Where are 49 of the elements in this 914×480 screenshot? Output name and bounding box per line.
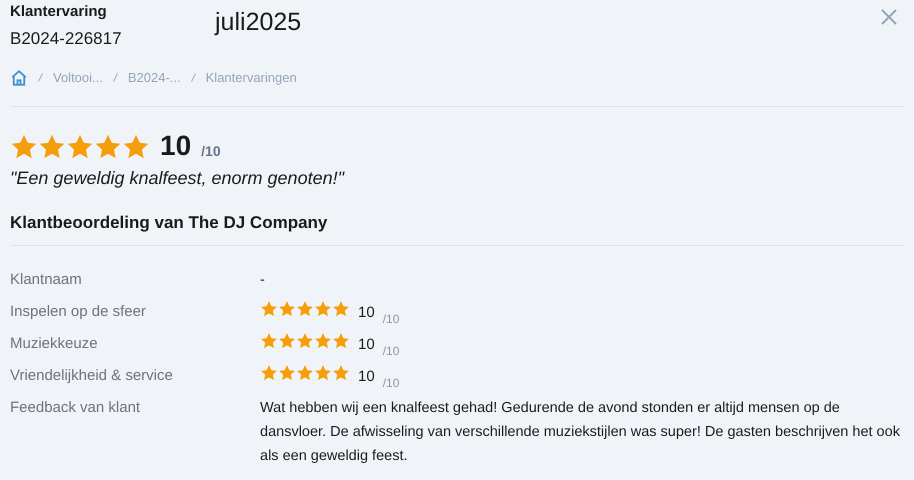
rating-score: 10 <box>358 366 375 386</box>
star-icon <box>314 332 332 350</box>
review-quote: "Een geweldig knalfeest, enorm genoten!" <box>10 166 346 190</box>
breadcrumb-link[interactable]: Klantervaringen <box>206 68 297 88</box>
star-icon <box>332 332 350 350</box>
score-max: /10 <box>201 142 221 160</box>
star-icon <box>278 300 296 318</box>
field-label: Inspelen op de sfeer <box>10 302 147 322</box>
rating-score: 10 <box>358 334 375 354</box>
overall-score: 10 <box>160 130 192 160</box>
separator-icon <box>190 73 196 82</box>
star-icon <box>260 364 278 382</box>
star-icon <box>122 132 150 160</box>
score-max: /10 <box>382 342 400 360</box>
rating-score: 10 <box>358 302 375 322</box>
star-icon <box>66 132 94 160</box>
star-icon <box>332 364 350 382</box>
score-max: /10 <box>382 310 400 328</box>
page-title: Klantervaring <box>10 2 108 22</box>
home-icon[interactable] <box>10 68 28 87</box>
close-icon <box>880 8 898 26</box>
close-button[interactable] <box>880 8 898 26</box>
field-label: Feedback van klant <box>10 398 142 418</box>
star-icon <box>332 300 350 318</box>
separator-icon <box>112 73 118 82</box>
star-icon <box>314 300 332 318</box>
star-icon <box>296 300 314 318</box>
star-icon <box>260 332 278 350</box>
star-icon <box>296 332 314 350</box>
star-icon <box>10 132 38 160</box>
star-icon <box>296 364 314 382</box>
star-icon <box>94 132 122 160</box>
date-label: juli2025 <box>215 7 302 38</box>
separator-icon <box>38 73 43 82</box>
star-icon <box>260 300 278 318</box>
section-title: Klantbeoordeling van The DJ Company <box>10 212 328 234</box>
field-label: Muziekkeuze <box>10 334 99 354</box>
star-icon <box>38 132 66 160</box>
breadcrumb-link[interactable]: Voltooi... <box>53 68 103 88</box>
field-value: - <box>260 270 266 290</box>
field-label: Klantnaam <box>10 270 83 290</box>
star-icon <box>278 332 296 350</box>
field-label: Vriendelijkheid & service <box>10 366 174 386</box>
star-icon <box>314 364 332 382</box>
booking-code: B2024-226817 <box>10 28 123 50</box>
field-value: Wat hebben wij een knalfeest gehad! Gedurende de avond stonden er altijd mensen op de dansvloer. De afwisseling van verschillende muziekstijlen was super! De gasten beschrijven het ook als een geweldig feest. <box>260 398 901 466</box>
breadcrumb-link[interactable]: B2024-... <box>128 68 181 88</box>
score-max: /10 <box>382 374 400 392</box>
star-icon <box>278 364 296 382</box>
